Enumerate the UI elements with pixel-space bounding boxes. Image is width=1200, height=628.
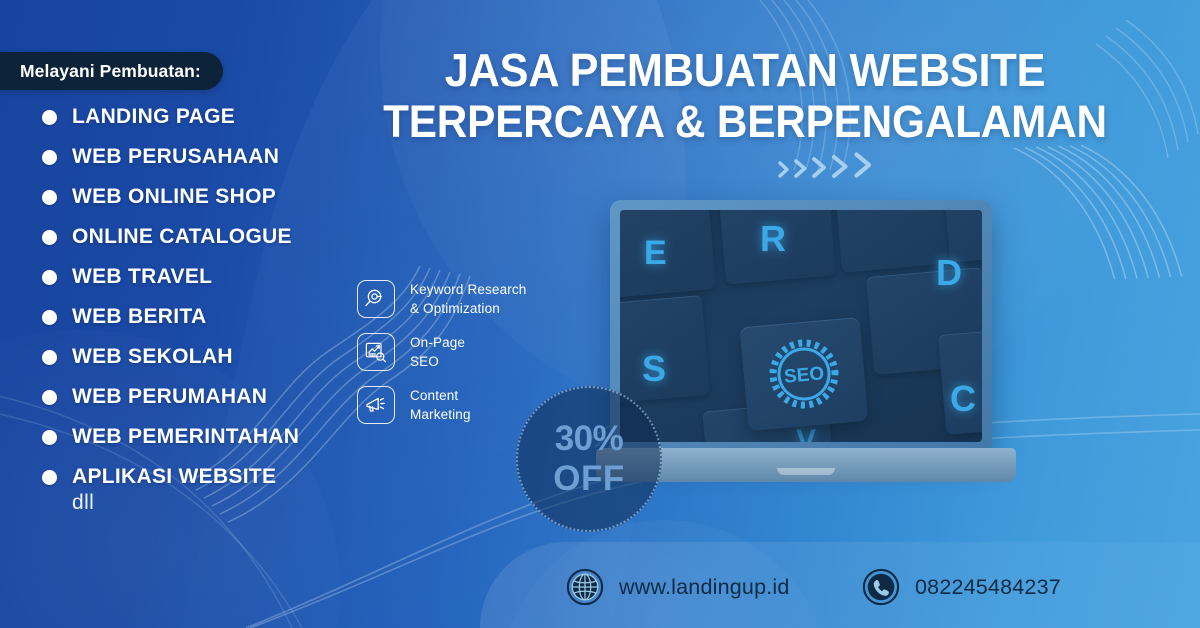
feature-text: Keyword Research & Optimization bbox=[410, 280, 526, 319]
section-badge-label: Melayani Pembuatan: bbox=[20, 60, 201, 81]
feature-text: Content Marketing bbox=[410, 386, 471, 425]
chevron-right-icon bbox=[778, 161, 789, 178]
bullet-dot-icon bbox=[42, 149, 57, 165]
list-item: WEB PERUMAHAN bbox=[42, 377, 342, 417]
section-badge: Melayani Pembuatan: bbox=[0, 52, 223, 90]
magnifier-search-icon bbox=[357, 280, 395, 319]
contact-phone[interactable]: 082245484237 bbox=[862, 568, 1061, 606]
discount-percent: 30% bbox=[554, 419, 624, 459]
laptop-base-notch bbox=[777, 468, 835, 475]
laptop-screen: E R D S C V SEO bbox=[620, 210, 982, 442]
svg-text:SEO: SEO bbox=[369, 353, 376, 357]
bullet-dot-icon bbox=[42, 349, 57, 365]
service-label: WEB PEMERINTAHAN bbox=[72, 425, 300, 448]
service-label: LANDING PAGE bbox=[72, 105, 236, 128]
feature-line-2: SEO bbox=[410, 354, 439, 370]
bullet-dot-icon bbox=[42, 469, 57, 485]
feature-text: On-Page SEO bbox=[410, 333, 465, 372]
feature-line-1: On-Page bbox=[410, 334, 466, 350]
service-label: WEB TRAVEL bbox=[72, 265, 213, 288]
list-item: WEB SEKOLAH bbox=[42, 337, 342, 377]
website-label: www.landingup.id bbox=[619, 574, 790, 599]
services-panel: Melayani Pembuatan: LANDING PAGE WEB PER… bbox=[0, 0, 340, 628]
promo-banner: Melayani Pembuatan: LANDING PAGE WEB PER… bbox=[0, 0, 1200, 628]
discount-label: OFF bbox=[553, 458, 625, 498]
key-letter: D bbox=[936, 252, 962, 293]
list-item: LANDING PAGE bbox=[42, 97, 342, 137]
feature-line-2: Marketing bbox=[410, 407, 471, 423]
feature-line-2: & Optimization bbox=[410, 301, 500, 317]
service-label: WEB SEKOLAH bbox=[72, 345, 233, 368]
phone-label: 082245484237 bbox=[915, 574, 1061, 599]
feature-line-1: Keyword Research bbox=[410, 282, 527, 297]
chevron-right-icon bbox=[794, 159, 807, 178]
service-label: ONLINE CATALOGUE bbox=[72, 225, 292, 248]
bullet-dot-icon bbox=[42, 429, 57, 445]
service-label: WEB PERUMAHAN bbox=[72, 385, 268, 408]
feature-item-keyword-research: Keyword Research & Optimization bbox=[357, 280, 567, 319]
globe-icon bbox=[566, 568, 604, 606]
bullet-dot-icon bbox=[42, 189, 57, 205]
service-label: WEB PERUSAHAAN bbox=[72, 145, 280, 168]
list-item: ONLINE CATALOGUE bbox=[42, 217, 342, 257]
services-list: LANDING PAGE WEB PERUSAHAAN WEB ONLINE S… bbox=[42, 97, 342, 515]
bullet-dot-icon bbox=[42, 269, 57, 285]
seo-chart-icon: SEO bbox=[357, 333, 395, 372]
headline-line-2: TERPERCAYA & BERPENGALAMAN bbox=[383, 96, 1107, 148]
list-item: WEB TRAVEL bbox=[42, 257, 342, 297]
key-letter: S bbox=[642, 348, 667, 389]
feature-line-1: Content bbox=[410, 387, 459, 403]
seo-key: SEO bbox=[739, 316, 869, 432]
laptop-lid: E R D S C V SEO bbox=[610, 200, 992, 452]
seo-gear-icon: SEO bbox=[769, 339, 839, 409]
list-item: WEB PERUSAHAAN bbox=[42, 137, 342, 177]
footer-bar: www.landingup.id 082245484237 bbox=[0, 542, 1200, 628]
headline-line-1: JASA PEMBUATAN WEBSITE bbox=[444, 44, 1046, 96]
key-letter: E bbox=[644, 234, 667, 272]
key-blank bbox=[620, 210, 717, 299]
bullet-dot-icon bbox=[42, 229, 57, 245]
services-etc-label: dll bbox=[72, 491, 95, 514]
key-letter: V bbox=[796, 424, 817, 442]
service-label: WEB BERITA bbox=[72, 305, 207, 328]
contact-website[interactable]: www.landingup.id bbox=[566, 568, 790, 606]
discount-badge: 30% OFF bbox=[516, 386, 662, 532]
chevron-right-icon bbox=[832, 155, 848, 178]
chevron-arrows bbox=[778, 152, 875, 178]
bullet-dot-icon bbox=[42, 109, 57, 125]
list-item: WEB PEMERINTAHAN bbox=[42, 417, 342, 457]
service-label: APLIKASI WEBSITE bbox=[72, 465, 277, 488]
megaphone-icon bbox=[357, 386, 395, 425]
feature-item-on-page-seo: SEO On-Page SEO bbox=[357, 333, 567, 372]
key-letter: R bbox=[760, 218, 786, 259]
list-item: WEB ONLINE SHOP bbox=[42, 177, 342, 217]
page-title: JASA PEMBUATAN WEBSITE TERPERCAYA & BERP… bbox=[355, 44, 1135, 148]
service-label: WEB ONLINE SHOP bbox=[72, 185, 277, 208]
key-letter: C bbox=[950, 378, 976, 419]
seo-key-label: SEO bbox=[783, 363, 825, 387]
bullet-dot-icon bbox=[42, 309, 57, 325]
phone-icon bbox=[862, 568, 900, 606]
list-item: WEB BERITA bbox=[42, 297, 342, 337]
chevron-right-icon bbox=[812, 157, 826, 178]
bullet-dot-icon bbox=[42, 389, 57, 405]
chevron-right-icon bbox=[854, 152, 872, 178]
